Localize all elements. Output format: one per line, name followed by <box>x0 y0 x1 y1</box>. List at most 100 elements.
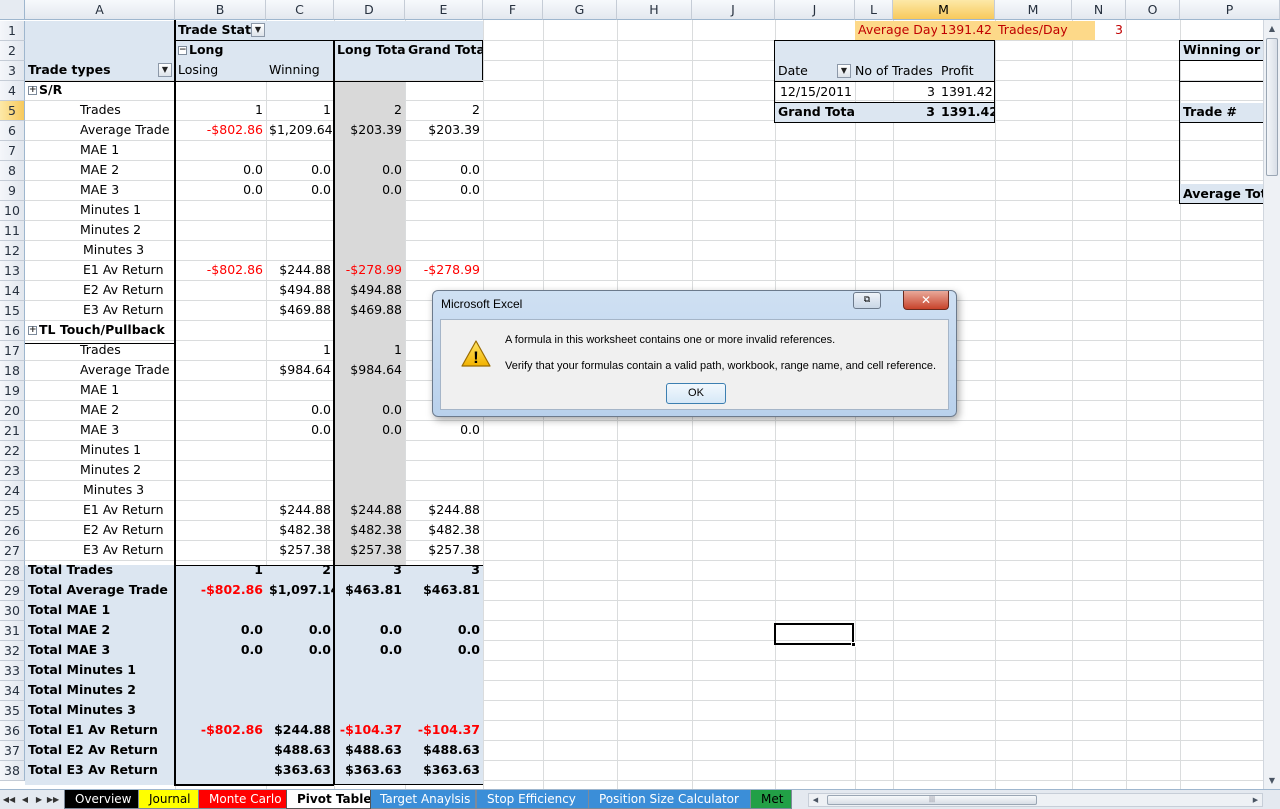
pivot-value[interactable]: 2 <box>334 100 405 120</box>
total-row-label[interactable]: Total Minutes 1 <box>25 660 175 680</box>
vertical-scroll-thumb[interactable] <box>1266 38 1278 176</box>
column-header[interactable]: P <box>1180 0 1280 20</box>
pivot-value[interactable] <box>175 220 266 240</box>
total-value[interactable]: 0.0 <box>175 640 266 660</box>
pivot-value[interactable] <box>175 460 266 480</box>
row-header[interactable]: 33 <box>0 661 25 681</box>
pivot-value[interactable] <box>334 480 405 500</box>
row-header[interactable]: 4 <box>0 81 25 101</box>
row-header[interactable]: 2 <box>0 41 25 61</box>
pivot-value[interactable]: 2 <box>405 100 483 120</box>
total-value[interactable] <box>175 680 266 700</box>
pivot-value[interactable] <box>405 460 483 480</box>
row-header[interactable]: 18 <box>0 361 25 381</box>
pivot-value[interactable]: -$278.99 <box>334 260 405 280</box>
pivot-value[interactable]: -$802.86 <box>175 260 266 280</box>
pivot-value[interactable]: $244.88 <box>405 500 483 520</box>
row-header[interactable]: 10 <box>0 201 25 221</box>
column-header[interactable]: O <box>1126 0 1180 20</box>
total-value[interactable]: $488.63 <box>266 740 334 760</box>
pivot-row-label[interactable]: MAE 2 <box>25 400 175 420</box>
row-header[interactable]: 30 <box>0 601 25 621</box>
pivot-value[interactable]: 0.0 <box>266 420 334 440</box>
scroll-left-arrow-icon[interactable]: ◀ <box>809 794 822 806</box>
pivot-value[interactable] <box>334 200 405 220</box>
average-day-value[interactable]: 1391.42 <box>935 20 995 40</box>
pivot-value[interactable] <box>175 300 266 320</box>
pivot-value[interactable]: $1,209.64 <box>266 120 334 140</box>
total-value[interactable] <box>405 660 483 680</box>
row-header[interactable]: 37 <box>0 741 25 761</box>
pivot-value[interactable]: 1 <box>334 340 405 360</box>
total-value[interactable] <box>175 760 266 780</box>
selected-cell[interactable] <box>774 623 854 645</box>
pivot-value[interactable]: $257.38 <box>334 540 405 560</box>
total-value[interactable]: -$802.86 <box>175 580 266 600</box>
average-day-label[interactable]: Average Day <box>855 20 937 40</box>
pivot-row-label[interactable]: MAE 3 <box>25 180 175 200</box>
pivot-row-label[interactable]: + S/R <box>25 80 175 100</box>
pivot-row-label[interactable]: Minutes 3 <box>25 480 175 500</box>
trades-value[interactable]: 3 <box>855 82 938 102</box>
expand-icon[interactable]: + <box>28 326 37 335</box>
total-value[interactable]: 3 <box>334 560 405 580</box>
pivot-row-label[interactable]: MAE 1 <box>25 140 175 160</box>
pivot-value[interactable] <box>175 360 266 380</box>
date-grand-total-profit[interactable]: 1391.42 <box>938 102 995 122</box>
row-header[interactable]: 25 <box>0 501 25 521</box>
total-row-label[interactable]: Total Trades <box>25 560 175 580</box>
row-header[interactable]: 3 <box>0 61 25 81</box>
total-value[interactable]: -$802.86 <box>175 720 266 740</box>
column-header[interactable]: E <box>405 0 483 20</box>
total-row-label[interactable]: Total Average Trade <box>25 580 175 600</box>
dialog-help-icon[interactable]: ⧉ <box>853 292 881 309</box>
total-row-label[interactable]: Total MAE 1 <box>25 600 175 620</box>
sheet-tab[interactable]: Met <box>750 790 792 809</box>
row-header[interactable]: 1 <box>0 21 25 41</box>
pivot-value[interactable] <box>175 320 266 340</box>
pivot-value[interactable] <box>175 440 266 460</box>
sheet-tab[interactable]: Stop Efficiency <box>476 790 590 809</box>
total-row-label[interactable]: Total MAE 3 <box>25 640 175 660</box>
total-row-label[interactable]: Total MAE 2 <box>25 620 175 640</box>
pivot-value[interactable] <box>334 220 405 240</box>
pivot-value[interactable] <box>405 480 483 500</box>
pivot-row-label[interactable]: MAE 2 <box>25 160 175 180</box>
total-value[interactable] <box>334 680 405 700</box>
total-value[interactable]: 2 <box>266 560 334 580</box>
pivot-value[interactable] <box>334 80 405 100</box>
pivot-value[interactable] <box>175 420 266 440</box>
pivot-value[interactable] <box>266 220 334 240</box>
pivot-value[interactable] <box>266 140 334 160</box>
first-sheet-icon[interactable]: ◀◀ <box>2 792 16 807</box>
pivot-value[interactable]: 0.0 <box>405 160 483 180</box>
total-value[interactable] <box>334 600 405 620</box>
pivot-value[interactable] <box>266 200 334 220</box>
pivot-value[interactable]: $984.64 <box>266 360 334 380</box>
pivot-value[interactable]: 0.0 <box>266 400 334 420</box>
pivot-value[interactable] <box>266 240 334 260</box>
column-header[interactable]: F <box>483 0 543 20</box>
total-value[interactable] <box>405 600 483 620</box>
pivot-value[interactable]: $984.64 <box>334 360 405 380</box>
no-of-trades-header[interactable]: No of Trades <box>852 61 940 81</box>
row-header[interactable]: 24 <box>0 481 25 501</box>
pivot-value[interactable]: $482.38 <box>405 520 483 540</box>
pivot-value[interactable]: 1 <box>266 340 334 360</box>
prev-sheet-icon[interactable]: ◀ <box>18 792 32 807</box>
column-header[interactable]: M <box>893 0 995 20</box>
total-value[interactable] <box>175 700 266 720</box>
pivot-value[interactable]: $257.38 <box>266 540 334 560</box>
pivot-value[interactable]: 0.0 <box>334 400 405 420</box>
pivot-value[interactable] <box>175 140 266 160</box>
total-value[interactable] <box>175 740 266 760</box>
pivot-value[interactable]: 0.0 <box>175 160 266 180</box>
row-header[interactable]: 35 <box>0 701 25 721</box>
pivot-row-label[interactable]: Minutes 3 <box>25 240 175 260</box>
pivot-value[interactable] <box>175 240 266 260</box>
pivot-value[interactable]: 1 <box>266 100 334 120</box>
pivot-value[interactable] <box>334 240 405 260</box>
pivot-value[interactable] <box>175 80 266 100</box>
pivot-value[interactable]: 0.0 <box>334 420 405 440</box>
losing-header[interactable]: Losing <box>175 60 266 80</box>
